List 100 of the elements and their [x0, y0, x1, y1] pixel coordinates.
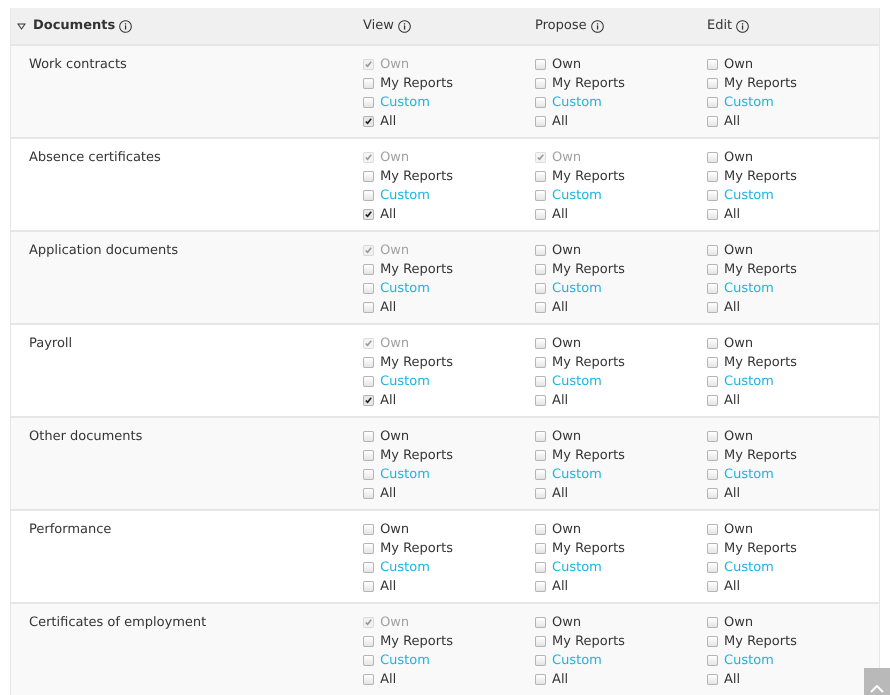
checkbox[interactable]	[535, 655, 546, 666]
checkbox[interactable]	[535, 357, 546, 368]
checkbox[interactable]	[363, 190, 374, 201]
checkbox[interactable]	[707, 209, 718, 220]
custom-link[interactable]: Custom	[724, 279, 774, 298]
checkbox[interactable]	[707, 116, 718, 127]
info-icon[interactable]	[398, 20, 411, 32]
checkbox[interactable]	[535, 524, 546, 535]
custom-link[interactable]: Custom	[724, 651, 774, 670]
checkbox[interactable]	[707, 357, 718, 368]
checkbox[interactable]	[707, 245, 718, 256]
collapse-triangle-icon[interactable]	[17, 22, 26, 30]
custom-link[interactable]: Custom	[552, 372, 602, 391]
custom-link[interactable]: Custom	[380, 372, 430, 391]
checkbox[interactable]	[535, 395, 546, 406]
custom-link[interactable]: Custom	[552, 279, 602, 298]
checkbox[interactable]	[363, 450, 374, 461]
checkbox[interactable]	[535, 469, 546, 480]
checkbox[interactable]	[535, 245, 546, 256]
custom-link[interactable]: Custom	[552, 465, 602, 484]
checkbox[interactable]	[535, 431, 546, 442]
info-icon[interactable]	[119, 20, 132, 32]
checkbox[interactable]	[535, 302, 546, 313]
custom-link[interactable]: Custom	[724, 93, 774, 112]
checkbox[interactable]	[707, 338, 718, 349]
checkbox[interactable]	[363, 655, 374, 666]
checkbox[interactable]	[363, 209, 374, 220]
checkbox[interactable]	[363, 674, 374, 685]
custom-link[interactable]: Custom	[380, 558, 430, 577]
checkbox[interactable]	[363, 116, 374, 127]
checkbox[interactable]	[363, 376, 374, 387]
checkbox[interactable]	[707, 636, 718, 647]
checkbox[interactable]	[707, 171, 718, 182]
checkbox[interactable]	[707, 562, 718, 573]
checkbox[interactable]	[707, 617, 718, 628]
info-icon[interactable]	[736, 20, 750, 32]
custom-link[interactable]: Custom	[380, 93, 430, 112]
checkbox[interactable]	[707, 97, 718, 108]
checkbox[interactable]	[535, 674, 546, 685]
checkbox[interactable]	[363, 469, 374, 480]
checkbox[interactable]	[535, 78, 546, 89]
custom-link[interactable]: Custom	[380, 651, 430, 670]
checkbox[interactable]	[363, 97, 374, 108]
checkbox[interactable]	[535, 190, 546, 201]
checkbox[interactable]	[707, 674, 718, 685]
checkbox[interactable]	[363, 78, 374, 89]
custom-link[interactable]: Custom	[724, 186, 774, 205]
checkbox[interactable]	[707, 488, 718, 499]
checkbox[interactable]	[707, 543, 718, 554]
checkbox[interactable]	[707, 376, 718, 387]
checkbox[interactable]	[535, 59, 546, 70]
checkbox[interactable]	[535, 376, 546, 387]
custom-link[interactable]: Custom	[552, 93, 602, 112]
checkbox[interactable]	[535, 581, 546, 592]
checkbox[interactable]	[535, 97, 546, 108]
custom-link[interactable]: Custom	[380, 465, 430, 484]
checkbox[interactable]	[707, 395, 718, 406]
checkbox[interactable]	[535, 116, 546, 127]
checkbox[interactable]	[363, 264, 374, 275]
checkbox[interactable]	[363, 581, 374, 592]
checkbox[interactable]	[363, 171, 374, 182]
checkbox[interactable]	[535, 562, 546, 573]
checkbox[interactable]	[363, 524, 374, 535]
checkbox[interactable]	[707, 524, 718, 535]
custom-link[interactable]: Custom	[552, 651, 602, 670]
custom-link[interactable]: Custom	[724, 465, 774, 484]
custom-link[interactable]: Custom	[724, 558, 774, 577]
checkbox[interactable]	[535, 450, 546, 461]
checkbox[interactable]	[535, 338, 546, 349]
checkbox[interactable]	[707, 59, 718, 70]
checkbox[interactable]	[535, 209, 546, 220]
checkbox[interactable]	[707, 450, 718, 461]
checkbox[interactable]	[535, 636, 546, 647]
checkbox[interactable]	[363, 283, 374, 294]
checkbox[interactable]	[535, 283, 546, 294]
checkbox[interactable]	[707, 431, 718, 442]
checkbox[interactable]	[707, 152, 718, 163]
custom-link[interactable]: Custom	[380, 186, 430, 205]
checkbox[interactable]	[363, 636, 374, 647]
custom-link[interactable]: Custom	[552, 186, 602, 205]
checkbox[interactable]	[363, 395, 374, 406]
checkbox[interactable]	[363, 431, 374, 442]
checkbox[interactable]	[363, 488, 374, 499]
custom-link[interactable]: Custom	[552, 558, 602, 577]
checkbox[interactable]	[363, 543, 374, 554]
checkbox[interactable]	[707, 469, 718, 480]
checkbox[interactable]	[535, 488, 546, 499]
checkbox[interactable]	[535, 264, 546, 275]
checkbox[interactable]	[707, 190, 718, 201]
checkbox[interactable]	[707, 283, 718, 294]
checkbox[interactable]	[707, 581, 718, 592]
checkbox[interactable]	[707, 655, 718, 666]
checkbox[interactable]	[535, 171, 546, 182]
custom-link[interactable]: Custom	[380, 279, 430, 298]
info-icon[interactable]	[590, 20, 604, 32]
checkbox[interactable]	[363, 357, 374, 368]
custom-link[interactable]: Custom	[724, 372, 774, 391]
checkbox[interactable]	[707, 78, 718, 89]
checkbox[interactable]	[707, 302, 718, 313]
scroll-top-button[interactable]	[864, 668, 890, 695]
